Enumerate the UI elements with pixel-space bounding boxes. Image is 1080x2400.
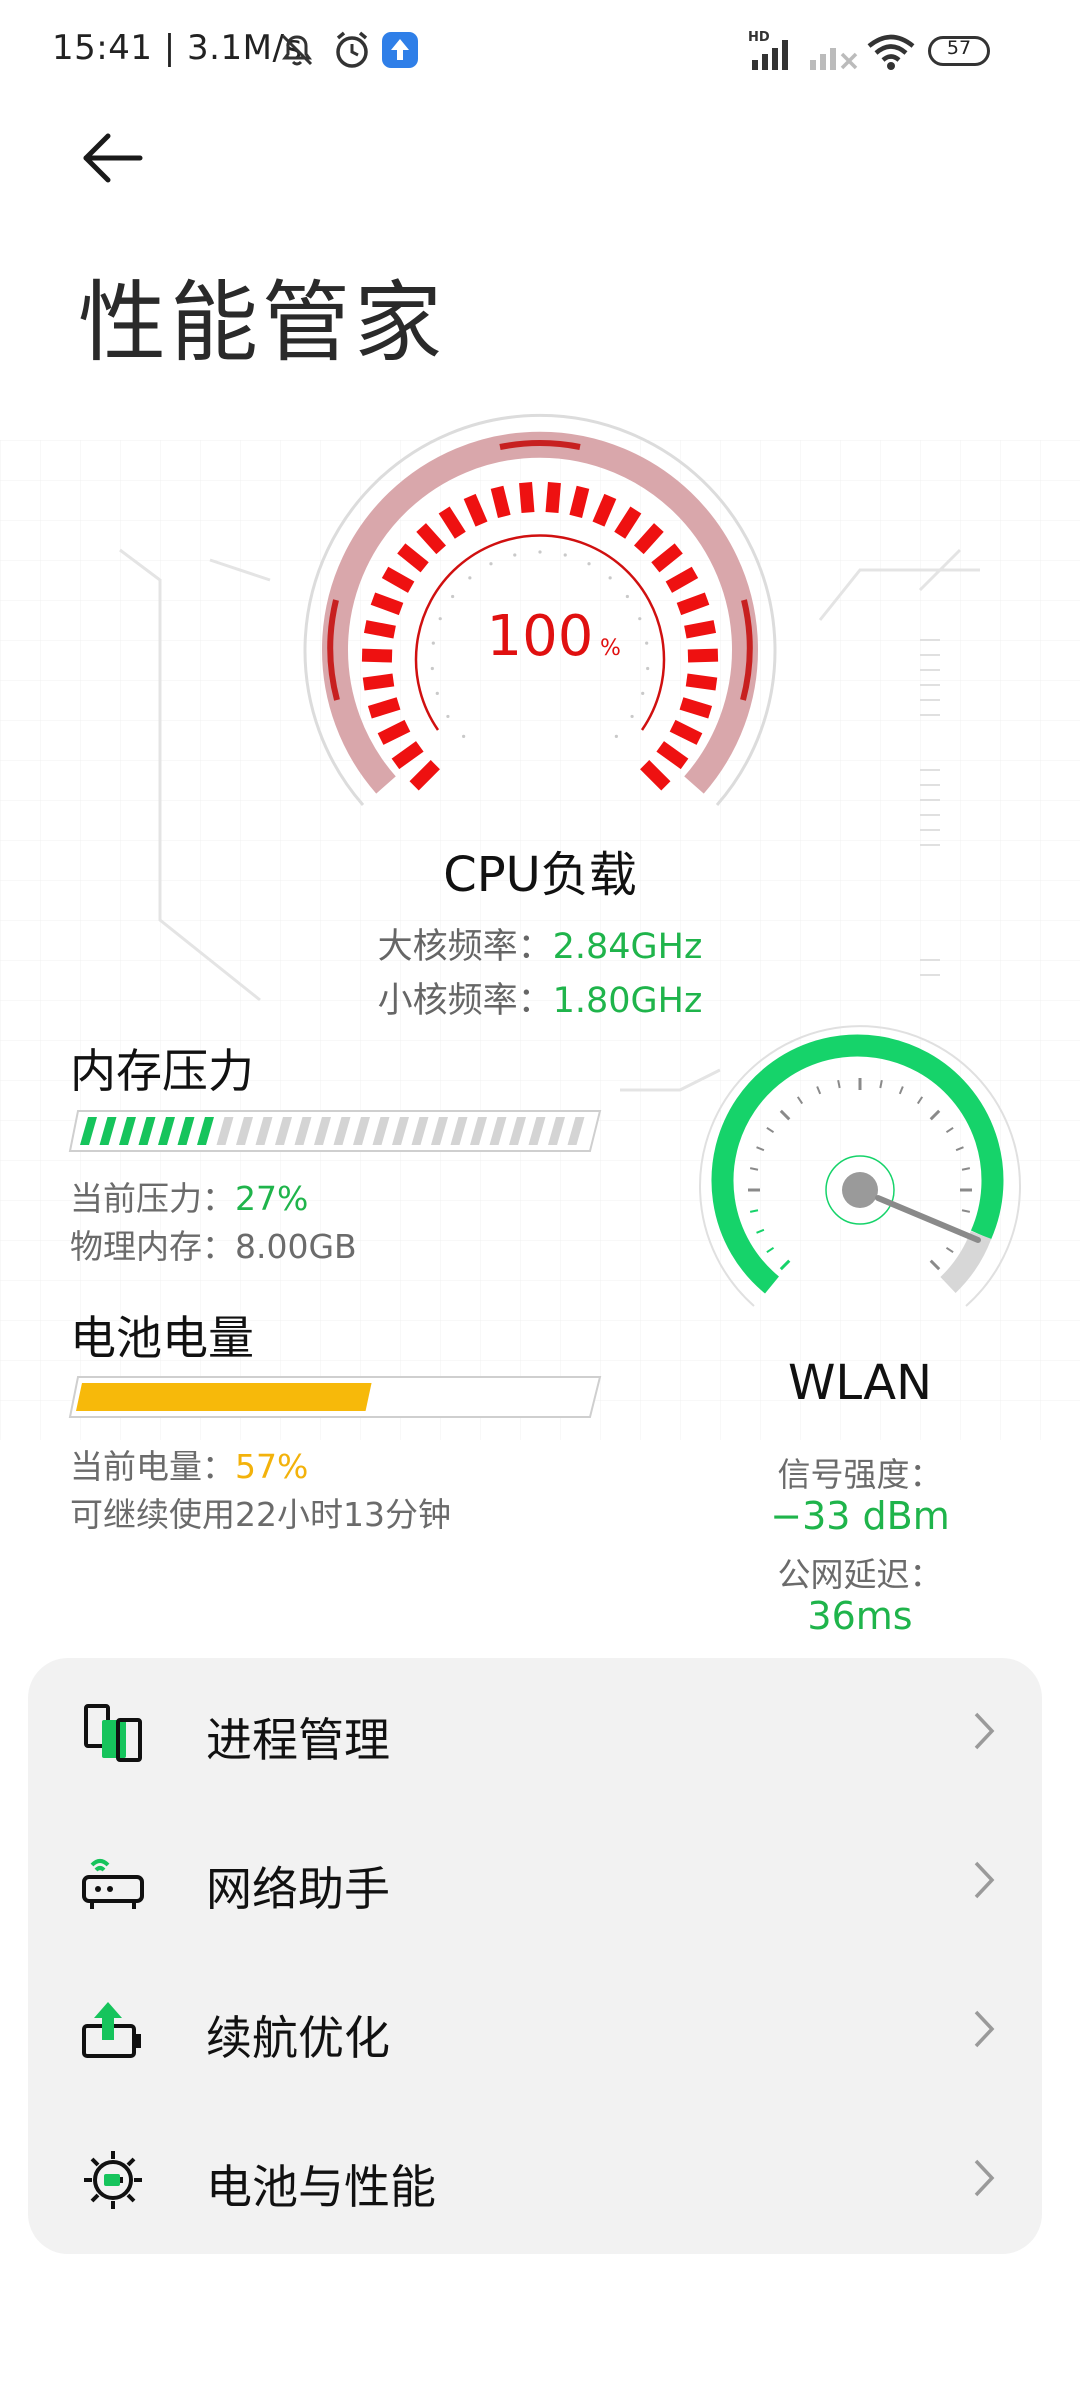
app-notification-icon [382,32,418,68]
little-core-label: 小核频率： [377,981,553,1021]
wlan-signal-value: −33 dBm [770,1494,950,1538]
alarm-icon [336,31,368,68]
battery-remaining-time: 可继续使用22小时13分钟 [70,1495,451,1534]
menu-label: 进程管理 [206,1713,390,1767]
process-icon [84,1704,142,1762]
status-time: 15:41 | 3.1M/s [52,28,303,68]
menu-label: 续航优化 [206,2011,390,2065]
menu-card: 进程管理 网络助手 续航优化 电池与性能 [28,1658,1042,2254]
menu-item-process-management[interactable]: 进程管理 [28,1658,1042,1807]
menu-item-battery-life-optimization[interactable]: 续航优化 [28,1956,1042,2105]
battery-level-text: 57 [946,37,972,59]
chevron-right-icon [974,1861,995,1899]
little-core-frequency: 小核频率：1.80GHz [0,972,1080,1023]
wifi-icon [867,34,915,70]
cpu-load-unit: % [600,636,621,661]
menu-label: 网络助手 [206,1862,390,1916]
physical-memory-row: 物理内存：8.00GB [70,1220,357,1268]
battery-level-value: 57% [235,1447,309,1486]
wlan-title: WLAN [787,1355,933,1411]
battery-level-label: 当前电量： [70,1447,235,1486]
menu-label: 电池与性能 [206,2160,436,2214]
memory-pressure-label: 当前压力： [70,1179,235,1218]
gear-icon [84,2151,142,2209]
memory-pressure-row: 当前压力：27% [70,1172,308,1220]
big-core-value: 2.84GHz [552,927,703,967]
little-core-value: 1.80GHz [552,981,703,1021]
menu-item-network-assistant[interactable]: 网络助手 [28,1807,1042,1956]
cpu-load-value: 100 [487,604,594,669]
physical-memory-value: 8.00GB [235,1227,357,1266]
cpu-load-label: CPU负载 [443,847,637,903]
big-core-frequency: 大核频率：2.84GHz [0,918,1080,969]
wlan-latency-value: 36ms [807,1594,913,1638]
chevron-right-icon [974,2010,995,2048]
memory-pressure-value: 27% [235,1179,309,1218]
wlan-signal-label: 信号强度： [777,1455,943,1494]
memory-pressure-bar [68,1110,602,1152]
wlan-latency-label: 公网延迟： [777,1555,943,1594]
router-icon [82,1859,144,1909]
battery-level-bar [68,1376,602,1418]
big-core-label: 大核频率： [377,927,553,967]
signal-no-service-icon [810,48,858,70]
battery-boost-icon [82,2002,141,2058]
signal-strength-icon [752,40,788,70]
battery-icon: 57 [928,36,990,66]
page-title: 性能管家 [78,271,447,374]
battery-level-row: 当前电量：57% [70,1440,308,1488]
memory-section-title: 内存压力 [70,1044,254,1098]
physical-memory-label: 物理内存： [70,1227,235,1266]
wlan-signal-gauge [699,1025,1021,1307]
menu-item-battery-and-performance[interactable]: 电池与性能 [28,2105,1042,2254]
chevron-right-icon [974,2159,995,2197]
mute-bell-icon [281,34,313,66]
chevron-right-icon [974,1712,995,1750]
back-arrow-icon[interactable] [78,128,148,188]
cpu-load-gauge: 100 % [303,414,777,806]
battery-section-title: 电池电量 [70,1311,254,1365]
